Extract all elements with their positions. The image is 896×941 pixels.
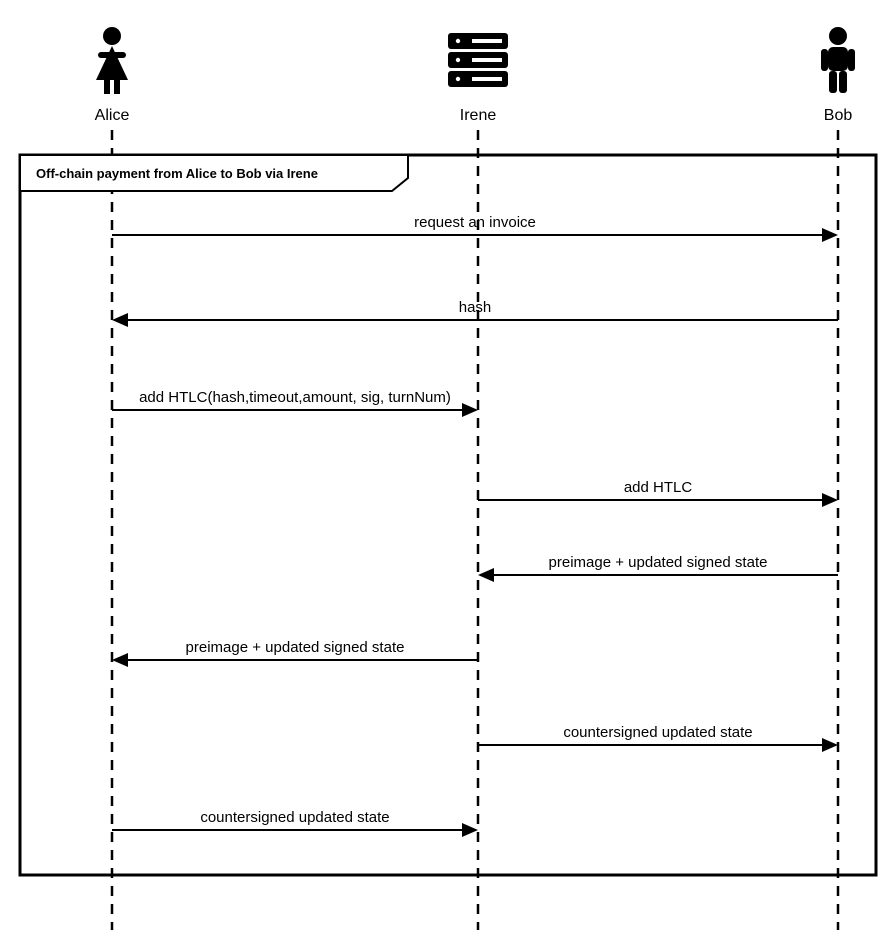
actor-label-alice: Alice (52, 107, 172, 125)
frame-title: Off-chain payment from Alice to Bob via … (26, 160, 330, 187)
man-icon (821, 27, 855, 93)
woman-icon (96, 27, 128, 94)
msg-label-3: add HTLC(hash,timeout,amount, sig, turnN… (139, 389, 451, 406)
msg-label-1: request an invoice (414, 214, 536, 231)
actor-label-irene: Irene (418, 107, 538, 125)
msg-label-8: countersigned updated state (200, 809, 389, 826)
msg-label-5: preimage + updated signed state (549, 554, 768, 571)
msg-label-7: countersigned updated state (563, 724, 752, 741)
diagram-svg (0, 0, 896, 941)
msg-label-6: preimage + updated signed state (186, 639, 405, 656)
frame-box (20, 155, 876, 875)
actor-label-bob: Bob (778, 107, 896, 125)
sequence-diagram: Alice Irene Bob Off-chain payment from A… (0, 0, 896, 941)
server-icon (448, 33, 508, 87)
msg-label-2: hash (459, 299, 492, 316)
msg-label-4: add HTLC (624, 479, 692, 496)
